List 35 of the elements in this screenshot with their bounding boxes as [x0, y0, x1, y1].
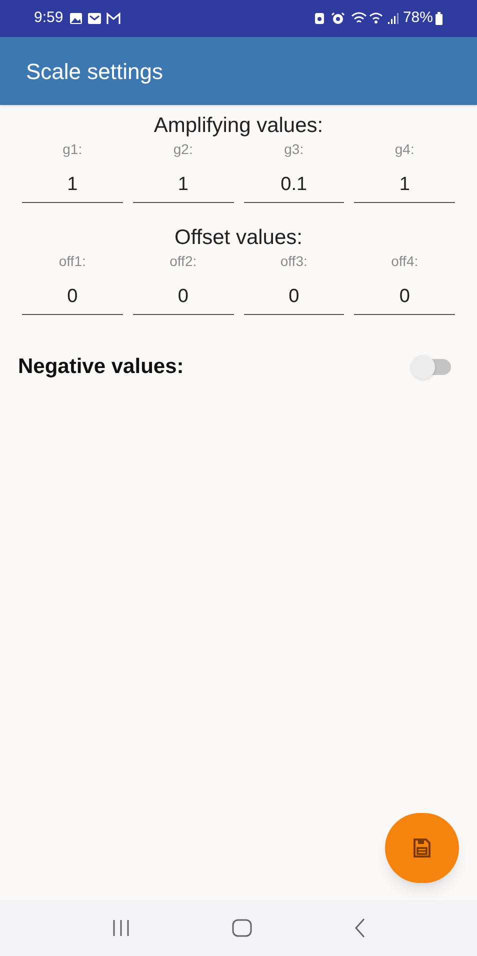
- gmail-icon: [106, 12, 122, 25]
- input-field[interactable]: 1: [132, 167, 234, 203]
- mail-icon: [87, 12, 102, 25]
- negative-values-switch[interactable]: [411, 354, 453, 379]
- field-label: off3:: [280, 252, 308, 271]
- status-time: 9:59: [34, 8, 64, 28]
- field-label: off2:: [170, 252, 197, 271]
- input-field[interactable]: 0.1: [244, 167, 344, 203]
- input-field[interactable]: 0: [354, 279, 455, 315]
- field-label: g4:: [394, 140, 414, 159]
- wifi-call-icon: [368, 12, 383, 25]
- wifi-icon: [350, 12, 367, 25]
- input-field[interactable]: 0: [132, 279, 234, 315]
- screen-title: Scale settings: [26, 58, 163, 86]
- section-title: Offset values:: [174, 225, 302, 251]
- alarm-icon: [330, 12, 345, 25]
- signal-icon: [386, 12, 399, 25]
- field-label: off1:: [58, 252, 86, 271]
- field-label: g3:: [284, 140, 304, 159]
- input-field[interactable]: 0: [22, 279, 123, 315]
- field-label: g1:: [62, 140, 82, 159]
- input-field[interactable]: 1: [354, 167, 455, 203]
- input-field[interactable]: 0: [244, 279, 344, 315]
- recent-apps-icon[interactable]: [110, 919, 131, 937]
- field-label: off4:: [391, 252, 418, 271]
- home-icon[interactable]: [232, 919, 252, 937]
- battery-saver-icon: [314, 12, 325, 25]
- section-title: Amplifying values:: [154, 113, 324, 139]
- negative-values-label: Negative values:: [18, 354, 184, 380]
- battery-percent: 78%: [402, 8, 433, 28]
- field-label: g2:: [173, 140, 193, 159]
- back-icon[interactable]: [354, 918, 366, 938]
- input-field[interactable]: 1: [22, 167, 123, 203]
- battery-icon: [435, 12, 443, 25]
- image-icon: [69, 12, 84, 25]
